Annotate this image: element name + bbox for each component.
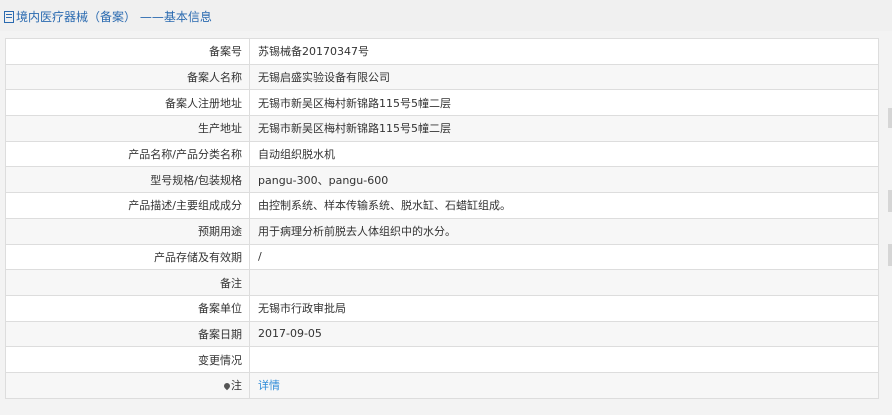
row-value: 无锡市行政审批局	[249, 294, 879, 322]
row-value: 无锡启盛实验设备有限公司	[249, 63, 879, 91]
row-label: 备案号	[5, 38, 250, 65]
row-label: 备注	[5, 269, 250, 296]
scrollbar-fragment[interactable]	[888, 190, 892, 212]
table-row-changes: 变更情况	[5, 346, 879, 373]
scrollbar-fragment[interactable]	[888, 244, 892, 266]
row-label: 变更情况	[5, 346, 250, 373]
details-link[interactable]: 详情	[258, 379, 280, 392]
table-row-product-description: 产品描述/主要组成成分 由控制系统、样本传输系统、脱水缸、石蜡缸组成。	[5, 192, 879, 219]
info-table: 备案号 苏锡械备20170347号 备案人名称 无锡启盛实验设备有限公司 备案人…	[5, 38, 879, 399]
row-label: 产品存储及有效期	[5, 243, 250, 271]
row-label: 型号规格/包装规格	[5, 166, 250, 194]
table-row-filer-name: 备案人名称 无锡启盛实验设备有限公司	[5, 63, 879, 91]
row-value: 由控制系统、样本传输系统、脱水缸、石蜡缸组成。	[249, 192, 879, 219]
pin-icon	[222, 382, 232, 391]
table-row-filing-date: 备案日期 2017-09-05	[5, 320, 879, 348]
row-value	[249, 269, 879, 296]
row-value: 2017-09-05	[249, 320, 879, 348]
table-row-product-name: 产品名称/产品分类名称 自动组织脱水机	[5, 140, 879, 168]
table-row-filing-authority: 备案单位 无锡市行政审批局	[5, 294, 879, 322]
row-label: 产品描述/主要组成成分	[5, 192, 250, 219]
table-row-production-address: 生产地址 无锡市新吴区梅村新锦路115号5幢二层	[5, 115, 879, 142]
table-row-filer-address: 备案人注册地址 无锡市新吴区梅村新锦路115号5幢二层	[5, 89, 879, 117]
row-label: 预期用途	[5, 217, 250, 245]
row-label: 备案人注册地址	[5, 89, 250, 117]
row-label: 备案人名称	[5, 63, 250, 91]
row-value: 详情	[249, 371, 879, 399]
row-value: /	[249, 243, 879, 271]
row-label: 产品名称/产品分类名称	[5, 140, 250, 168]
table-row-filing-number: 备案号 苏锡械备20170347号	[5, 38, 879, 65]
row-label: 备案单位	[5, 294, 250, 322]
info-panel: 备案号 苏锡械备20170347号 备案人名称 无锡启盛实验设备有限公司 备案人…	[0, 31, 892, 415]
row-label: 生产地址	[5, 115, 250, 142]
page-header: 境内医疗器械（备案） ——基本信息	[0, 0, 892, 32]
table-row-model-spec: 型号规格/包装规格 pangu-300、pangu-600	[5, 166, 879, 194]
scrollbar-fragment[interactable]	[888, 108, 892, 128]
row-label: 注	[5, 371, 250, 399]
row-value: 无锡市新吴区梅村新锦路115号5幢二层	[249, 89, 879, 117]
row-value: 无锡市新吴区梅村新锦路115号5幢二层	[249, 115, 879, 142]
table-row-note: 注 详情	[5, 371, 879, 399]
row-value: 自动组织脱水机	[249, 140, 879, 168]
page-title-text: 境内医疗器械（备案） ——基本信息	[16, 10, 212, 24]
row-value: pangu-300、pangu-600	[249, 166, 879, 194]
row-value: 苏锡械备20170347号	[249, 38, 879, 65]
page-title: 境内医疗器械（备案） ——基本信息	[4, 8, 212, 25]
row-value: 用于病理分析前脱去人体组织中的水分。	[249, 217, 879, 245]
note-label: 注	[231, 379, 242, 393]
table-row-storage-validity: 产品存储及有效期 /	[5, 243, 879, 271]
row-label: 备案日期	[5, 320, 250, 348]
document-icon	[4, 10, 14, 23]
row-value	[249, 346, 879, 373]
table-row-remarks: 备注	[5, 269, 879, 296]
table-row-intended-use: 预期用途 用于病理分析前脱去人体组织中的水分。	[5, 217, 879, 245]
